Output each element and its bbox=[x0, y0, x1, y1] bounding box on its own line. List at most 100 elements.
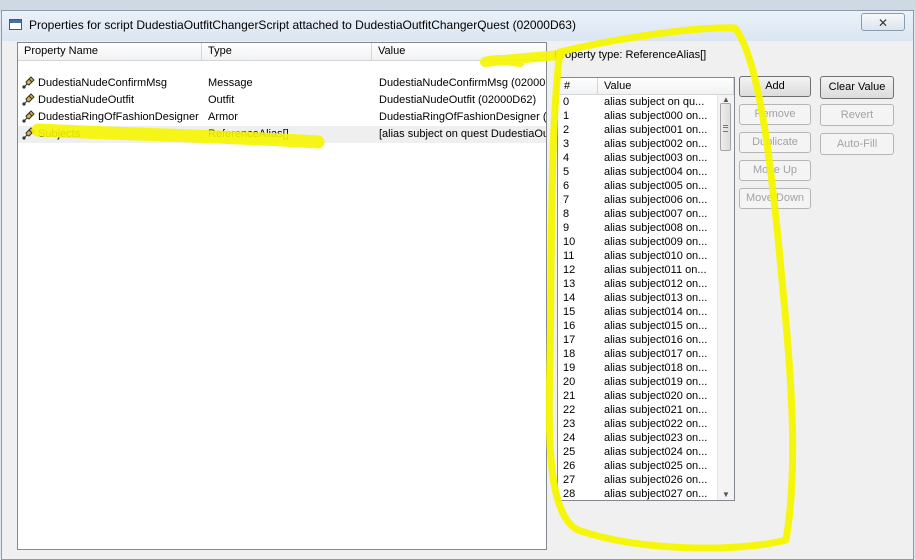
array-row[interactable]: 1 alias subject000 on... bbox=[558, 110, 718, 124]
column-header-type[interactable]: Type bbox=[202, 43, 372, 61]
property-value: [alias subject on quest DudestiaOu bbox=[379, 128, 547, 140]
array-row[interactable]: 28 alias subject027 on... bbox=[558, 488, 718, 500]
array-row[interactable]: 27 alias subject026 on... bbox=[558, 474, 718, 488]
duplicate-button[interactable]: Duplicate bbox=[739, 132, 811, 153]
array-value: alias subject on qu... bbox=[604, 96, 705, 108]
array-index: 19 bbox=[563, 362, 576, 374]
array-row[interactable]: 21 alias subject020 on... bbox=[558, 390, 718, 404]
array-index: 3 bbox=[563, 138, 570, 150]
property-row[interactable]: DudestiaNudeConfirmMsg Message DudestiaN… bbox=[18, 75, 546, 92]
array-index: 26 bbox=[563, 460, 576, 472]
property-value: DudestiaRingOfFashionDesigner (0 bbox=[379, 111, 547, 123]
array-value: alias subject016 on... bbox=[604, 334, 708, 346]
column-header-property-name[interactable]: Property Name bbox=[18, 43, 202, 61]
array-row[interactable]: 20 alias subject019 on... bbox=[558, 376, 718, 390]
move-up-button[interactable]: Move Up bbox=[739, 160, 811, 181]
array-row[interactable]: 16 alias subject015 on... bbox=[558, 320, 718, 334]
array-value: alias subject026 on... bbox=[604, 474, 708, 486]
window-icon bbox=[9, 19, 22, 30]
column-header-index[interactable]: # bbox=[558, 78, 598, 95]
array-row[interactable]: 8 alias subject007 on... bbox=[558, 208, 718, 222]
property-type: Message bbox=[208, 77, 253, 89]
array-row[interactable]: 17 alias subject016 on... bbox=[558, 334, 718, 348]
array-row[interactable]: 22 alias subject021 on... bbox=[558, 404, 718, 418]
array-row[interactable]: 6 alias subject005 on... bbox=[558, 180, 718, 194]
array-row[interactable]: 9 alias subject008 on... bbox=[558, 222, 718, 236]
array-index: 11 bbox=[563, 250, 575, 262]
array-row[interactable]: 11 alias subject010 on... bbox=[558, 250, 718, 264]
array-index: 15 bbox=[563, 306, 576, 318]
array-row[interactable]: 19 alias subject018 on... bbox=[558, 362, 718, 376]
array-row[interactable]: 18 alias subject017 on... bbox=[558, 348, 718, 362]
array-row[interactable]: 3 alias subject002 on... bbox=[558, 138, 718, 152]
array-row[interactable]: 15 alias subject014 on... bbox=[558, 306, 718, 320]
array-index: 16 bbox=[563, 320, 576, 332]
property-value: DudestiaNudeConfirmMsg (02000D bbox=[379, 77, 547, 89]
array-index: 2 bbox=[563, 124, 570, 136]
property-icon bbox=[22, 110, 35, 123]
array-row[interactable]: 4 alias subject003 on... bbox=[558, 152, 718, 166]
array-row[interactable]: 0 alias subject on qu... bbox=[558, 96, 718, 110]
array-index: 24 bbox=[563, 432, 576, 444]
property-value: DudestiaNudeOutfit (02000D62) bbox=[379, 94, 537, 106]
array-value: alias subject003 on... bbox=[604, 152, 708, 164]
window-title: Properties for script DudestiaOutfitChan… bbox=[29, 18, 576, 32]
array-row[interactable]: 13 alias subject012 on... bbox=[558, 278, 718, 292]
array-index: 28 bbox=[563, 488, 576, 500]
array-row[interactable]: 24 alias subject023 on... bbox=[558, 432, 718, 446]
array-index: 25 bbox=[563, 446, 576, 458]
array-value: alias subject019 on... bbox=[604, 376, 708, 388]
array-index: 4 bbox=[563, 152, 570, 164]
array-value: alias subject015 on... bbox=[604, 320, 708, 332]
array-index: 5 bbox=[563, 166, 570, 178]
array-row[interactable]: 25 alias subject024 on... bbox=[558, 446, 718, 460]
array-row[interactable]: 14 alias subject013 on... bbox=[558, 292, 718, 306]
array-value-list[interactable]: # Value 0 alias subject on qu... 1 alias su… bbox=[557, 77, 735, 501]
array-value: alias subject000 on... bbox=[604, 110, 708, 122]
array-row[interactable]: 12 alias subject011 on... bbox=[558, 264, 718, 278]
array-index: 10 bbox=[563, 236, 576, 248]
array-row[interactable]: 7 alias subject006 on... bbox=[558, 194, 718, 208]
array-value: alias subject011 on... bbox=[604, 264, 707, 276]
property-name: DudestiaNudeOutfit bbox=[38, 94, 134, 106]
close-button[interactable]: ✕ bbox=[861, 13, 905, 31]
property-icon bbox=[22, 76, 35, 89]
array-value: alias subject002 on... bbox=[604, 138, 708, 150]
remove-button[interactable]: Remove bbox=[739, 104, 811, 125]
array-index: 6 bbox=[563, 180, 570, 192]
array-index: 18 bbox=[563, 348, 576, 360]
vertical-scrollbar[interactable]: ▲ ▼ bbox=[717, 95, 734, 500]
array-value: alias subject004 on... bbox=[604, 166, 708, 178]
revert-button[interactable]: Revert bbox=[820, 104, 894, 126]
column-header-value[interactable]: Value bbox=[372, 43, 546, 61]
property-row-selected[interactable]: Subjects ReferenceAlias[] [alias subject… bbox=[18, 126, 546, 143]
scroll-down-icon[interactable]: ▼ bbox=[720, 490, 732, 500]
array-row[interactable]: 23 alias subject022 on... bbox=[558, 418, 718, 432]
add-button[interactable]: Add bbox=[739, 76, 811, 97]
array-value: alias subject027 on... bbox=[604, 488, 708, 500]
array-value: alias subject023 on... bbox=[604, 432, 708, 444]
property-type: Outfit bbox=[208, 94, 235, 106]
array-index: 14 bbox=[563, 292, 576, 304]
property-name: DudestiaRingOfFashionDesigner bbox=[38, 111, 199, 123]
array-value: alias subject005 on... bbox=[604, 180, 708, 192]
property-row[interactable]: DudestiaRingOfFashionDesigner Armor Dude… bbox=[18, 109, 546, 126]
array-value: alias subject012 on... bbox=[604, 278, 708, 290]
array-value: alias subject018 on... bbox=[604, 362, 708, 374]
column-header-value[interactable]: Value bbox=[598, 78, 734, 95]
array-index: 17 bbox=[563, 334, 576, 346]
array-row[interactable]: 2 alias subject001 on... bbox=[558, 124, 718, 138]
property-row[interactable]: DudestiaNudeOutfit Outfit DudestiaNudeOu… bbox=[18, 92, 546, 109]
grip-icon bbox=[723, 125, 728, 132]
property-list[interactable]: Property Name Type Value DudestiaNudeCon… bbox=[17, 42, 547, 550]
auto-fill-button[interactable]: Auto-Fill bbox=[820, 133, 894, 155]
array-value: alias subject021 on... bbox=[604, 404, 708, 416]
clear-value-button[interactable]: Clear Value bbox=[820, 76, 894, 99]
array-row[interactable]: 5 alias subject004 on... bbox=[558, 166, 718, 180]
scroll-thumb[interactable] bbox=[720, 103, 731, 151]
property-type: ReferenceAlias[] bbox=[208, 128, 289, 140]
move-down-button[interactable]: Move Down bbox=[739, 188, 811, 209]
array-value: alias subject025 on... bbox=[604, 460, 708, 472]
array-row[interactable]: 26 alias subject025 on... bbox=[558, 460, 718, 474]
array-row[interactable]: 10 alias subject009 on... bbox=[558, 236, 718, 250]
